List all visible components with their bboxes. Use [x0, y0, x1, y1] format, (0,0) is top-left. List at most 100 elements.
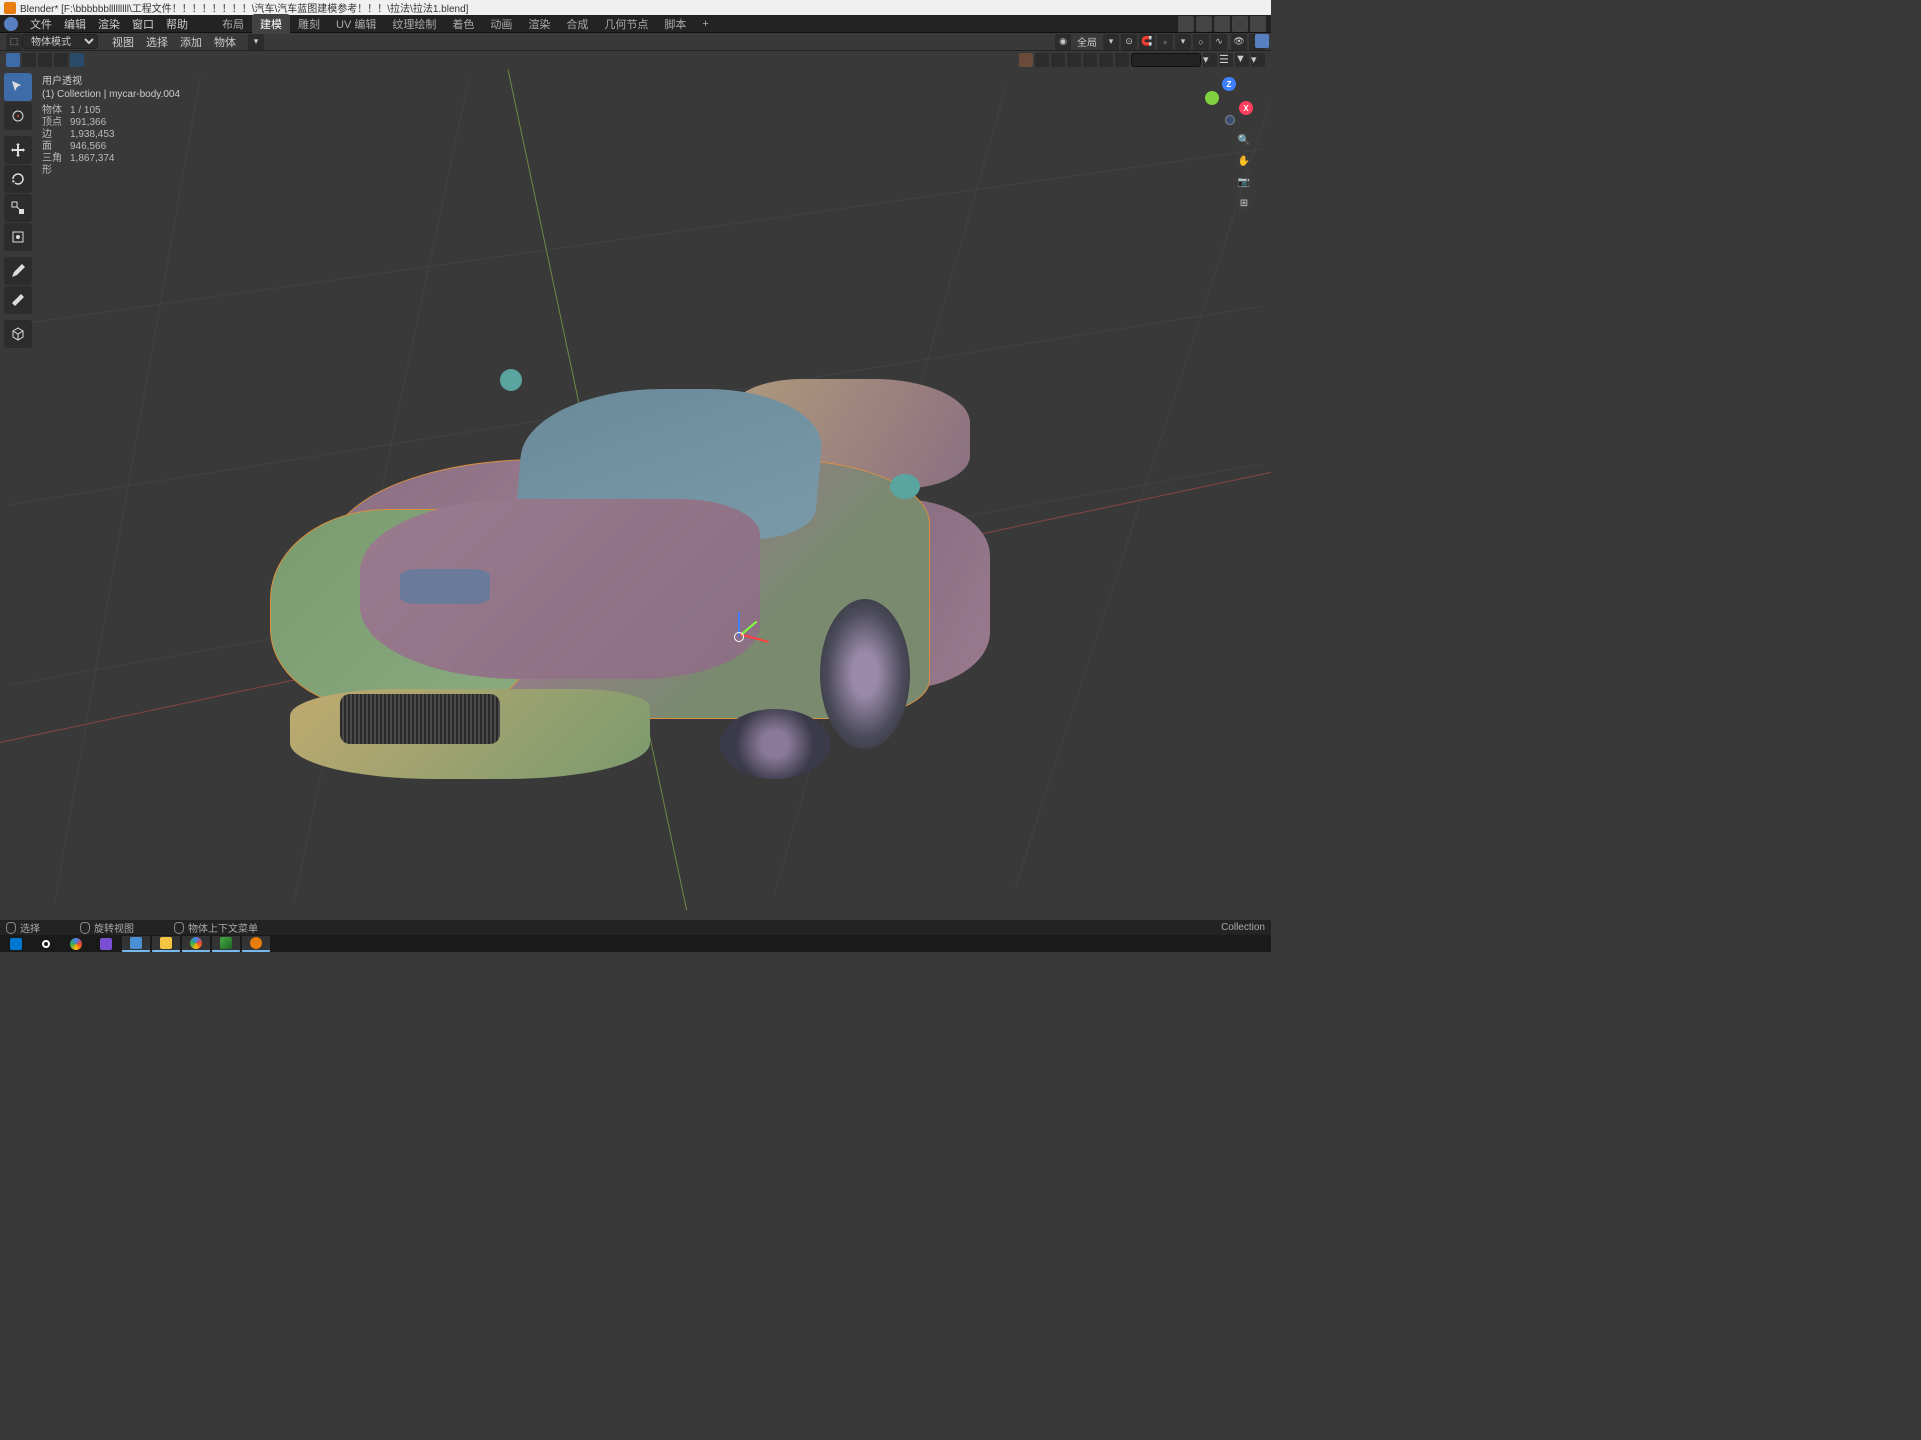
- camera-view-icon[interactable]: 📷: [1235, 173, 1253, 191]
- refresh-icon[interactable]: [1232, 16, 1248, 32]
- menu-window[interactable]: 窗口: [126, 14, 160, 34]
- gizmo-toggle-icon[interactable]: [1035, 53, 1049, 67]
- xray-toggle-icon[interactable]: [1067, 53, 1081, 67]
- status-select: 选择: [20, 920, 40, 935]
- mode-dropdown[interactable]: 物体模式: [22, 34, 98, 49]
- filter-dropdown-icon[interactable]: ▾: [1251, 53, 1265, 67]
- gizmo-center[interactable]: [734, 632, 744, 642]
- pan-icon[interactable]: ✋: [1235, 152, 1253, 170]
- workspace-sculpting[interactable]: 雕刻: [290, 14, 328, 34]
- workspace-geometry[interactable]: 几何节点: [596, 14, 656, 34]
- blender-logo-icon[interactable]: [4, 17, 18, 31]
- blender-taskbar-icon: [250, 937, 262, 949]
- workspace-layout[interactable]: 布局: [214, 14, 252, 34]
- menu-file[interactable]: 文件: [24, 14, 58, 34]
- header-view[interactable]: 视图: [106, 32, 140, 52]
- workspace-add[interactable]: +: [694, 16, 716, 32]
- header-add[interactable]: 添加: [174, 32, 208, 52]
- tool-cursor[interactable]: [4, 102, 32, 130]
- falloff-icon[interactable]: ∿: [1211, 34, 1227, 50]
- stat-tris-value: 1,867,374: [70, 153, 115, 177]
- car-mirror-left: [500, 369, 522, 391]
- power-icon[interactable]: [1250, 16, 1266, 32]
- nav-axis-z[interactable]: Z: [1222, 77, 1236, 91]
- maximize-area-icon[interactable]: [1255, 34, 1269, 48]
- taskbar-app-3[interactable]: [122, 936, 150, 952]
- tool-annotate[interactable]: [4, 257, 32, 285]
- taskbar-explorer[interactable]: [152, 936, 180, 952]
- orientation-icon[interactable]: ▾: [248, 34, 264, 50]
- menu-help[interactable]: 帮助: [160, 14, 194, 34]
- taskbar-app-2[interactable]: [92, 936, 120, 952]
- global-label[interactable]: 全局: [1073, 34, 1101, 49]
- viewlayer-button-icon[interactable]: [1196, 16, 1212, 32]
- 3d-viewport[interactable]: 用户透视 (1) Collection | mycar-body.004 物体1…: [0, 69, 1271, 910]
- nav-axis-y[interactable]: [1205, 91, 1219, 105]
- transform-gizmo[interactable]: [714, 612, 764, 662]
- perspective-label: 用户透视: [42, 75, 180, 88]
- tool-transform[interactable]: [4, 223, 32, 251]
- filter-list-icon[interactable]: ☰: [1219, 53, 1233, 67]
- workspace-uv[interactable]: UV 编辑: [328, 14, 384, 34]
- app-icon: [220, 937, 232, 949]
- tool-measure[interactable]: [4, 286, 32, 314]
- workspace-modeling[interactable]: 建模: [252, 14, 290, 34]
- search-icon[interactable]: [1115, 53, 1129, 67]
- tool-move[interactable]: [4, 136, 32, 164]
- perspective-toggle-icon[interactable]: ⊞: [1235, 194, 1253, 212]
- zoom-icon[interactable]: 🔍: [1235, 131, 1253, 149]
- header-object[interactable]: 物体: [208, 32, 242, 52]
- search-button[interactable]: [32, 936, 60, 952]
- menu-render[interactable]: 渲染: [92, 14, 126, 34]
- tool-add-cube[interactable]: [4, 320, 32, 348]
- editor-type-icon[interactable]: ⬚: [6, 34, 22, 50]
- tool-rotate[interactable]: [4, 165, 32, 193]
- status-collection: Collection: [1221, 922, 1265, 933]
- menu-edit[interactable]: 编辑: [58, 14, 92, 34]
- gizmo-y-axis[interactable]: [741, 621, 758, 635]
- workspace-compositing[interactable]: 合成: [558, 14, 596, 34]
- workspace-scripting[interactable]: 脚本: [656, 14, 694, 34]
- wireframe-icon[interactable]: [1083, 53, 1097, 67]
- workspace-shading[interactable]: 着色: [444, 14, 482, 34]
- snap-type-icon[interactable]: ▫: [1157, 34, 1173, 50]
- workspace-texture[interactable]: 纹理绘制: [384, 14, 444, 34]
- shading-solid-icon[interactable]: [1019, 53, 1033, 67]
- visibility-icon[interactable]: 👁: [1231, 34, 1247, 50]
- navigation-gizmo[interactable]: Z X: [1205, 77, 1253, 125]
- overlays-toggle-icon[interactable]: [1051, 53, 1065, 67]
- viewport-header: ⬚ 物体模式 视图 选择 添加 物体 ▾ ◉ 全局 ▾ ⊙ 🧲 ▫ ▾ ○ ∿ …: [0, 33, 1271, 51]
- taskbar-app-4[interactable]: [212, 936, 240, 952]
- search-input[interactable]: [1131, 53, 1201, 67]
- blender-app-icon: [4, 2, 16, 14]
- mouse-right-icon: [174, 922, 184, 934]
- select-mode-4-icon[interactable]: [54, 53, 68, 67]
- taskbar-blender[interactable]: [242, 936, 270, 952]
- car-3d-model[interactable]: [230, 359, 1010, 799]
- select-mode-3-icon[interactable]: [38, 53, 52, 67]
- select-mode-5-icon[interactable]: [70, 53, 84, 67]
- start-button[interactable]: [2, 936, 30, 952]
- workspace-rendering[interactable]: 渲染: [520, 14, 558, 34]
- filter-funnel-icon[interactable]: ▼: [1235, 53, 1249, 67]
- snap-icon[interactable]: 🧲: [1139, 34, 1155, 50]
- scene-dropdown-icon[interactable]: ▾: [1203, 53, 1217, 67]
- taskbar-app-1[interactable]: [62, 936, 90, 952]
- chevron-down-icon[interactable]: ▾: [1103, 34, 1119, 50]
- nav-axis-x[interactable]: X: [1239, 101, 1253, 115]
- snap-dropdown-icon[interactable]: ▾: [1175, 34, 1191, 50]
- select-mode-1-icon[interactable]: [6, 53, 20, 67]
- select-mode-2-icon[interactable]: [22, 53, 36, 67]
- header-select[interactable]: 选择: [140, 32, 174, 52]
- workspace-animation[interactable]: 动画: [482, 14, 520, 34]
- transform-orientation-icon[interactable]: ◉: [1055, 34, 1071, 50]
- taskbar-chrome[interactable]: [182, 936, 210, 952]
- tool-scale[interactable]: [4, 194, 32, 222]
- shading-mode-icon[interactable]: [1099, 53, 1113, 67]
- scene-new-icon[interactable]: [1214, 16, 1230, 32]
- proportional-icon[interactable]: ○: [1193, 34, 1209, 50]
- left-toolbar: [4, 73, 32, 348]
- scene-button-icon[interactable]: [1178, 16, 1194, 32]
- nav-axis-negative[interactable]: [1225, 115, 1235, 125]
- pivot-icon[interactable]: ⊙: [1121, 34, 1137, 50]
